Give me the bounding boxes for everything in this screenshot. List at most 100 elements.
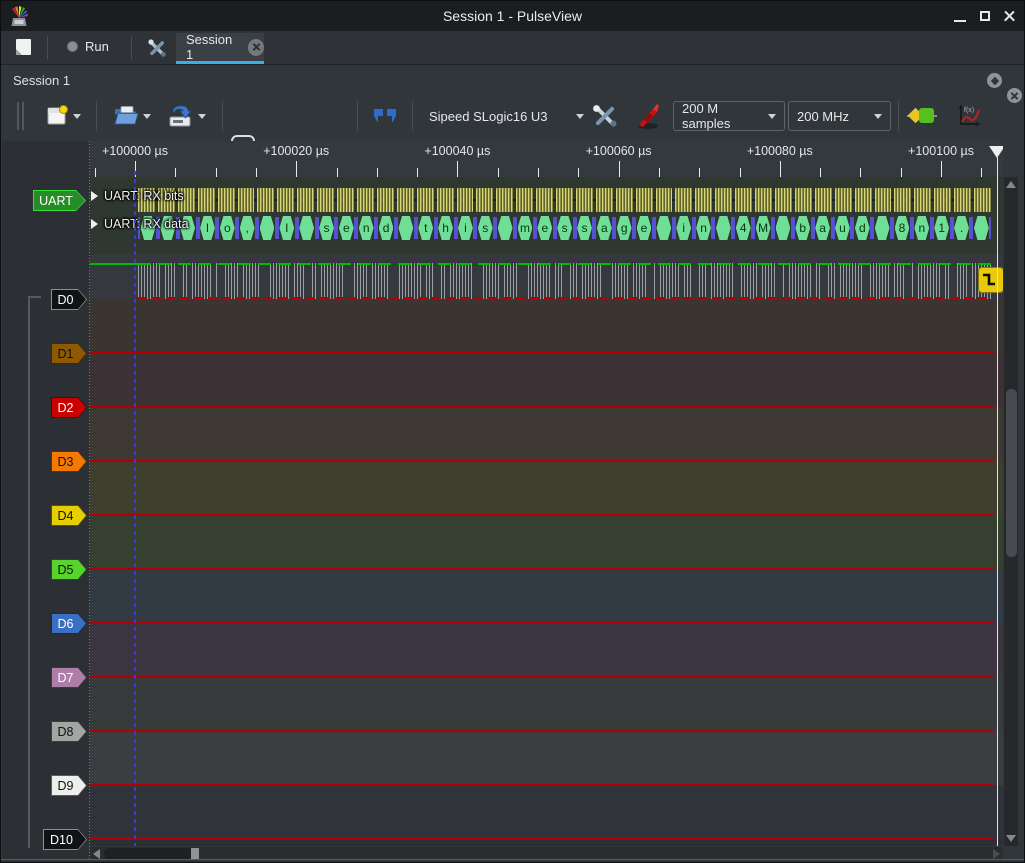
panel-float-icon[interactable]	[987, 73, 1002, 88]
d0-idle-high-line	[90, 263, 138, 265]
settings-wrench-icon[interactable]	[147, 38, 167, 58]
channel-tag-label: D1	[52, 344, 86, 363]
horizontal-scrollbar-range[interactable]	[104, 848, 196, 860]
new-file-dropdown-icon[interactable]	[73, 114, 81, 119]
uart-data-hexagon: n	[359, 216, 374, 240]
scroll-right-icon[interactable]	[993, 849, 1000, 859]
channel-low-line-d8	[90, 730, 994, 732]
ruler-major-tick	[619, 161, 620, 177]
scroll-up-icon[interactable]	[1006, 181, 1016, 188]
decoder-row-rx-bits[interactable]: UART: RX bits	[91, 189, 184, 203]
uart-frame: n	[912, 216, 932, 240]
uart-frame: n	[694, 216, 714, 240]
uart-frame: s	[555, 216, 575, 240]
ruler-major-tick	[941, 161, 942, 177]
channel-label-column	[2, 141, 90, 859]
uart-frame: g	[614, 216, 634, 240]
vertical-scrollbar[interactable]	[1004, 177, 1018, 846]
hover-marker-line	[997, 157, 998, 846]
uart-frame: a	[813, 216, 833, 240]
uart-frame-bits	[815, 188, 832, 212]
toolbar-grip[interactable]	[17, 102, 19, 130]
channel-tag-label: D6	[52, 614, 86, 633]
save-button[interactable]	[167, 99, 193, 133]
channel-low-line-d4	[90, 514, 994, 516]
uart-data-hexagon: n	[696, 216, 711, 240]
uart-rx-bits-row	[138, 188, 991, 212]
uart-frame-bits	[417, 188, 434, 212]
uart-data-hexagon: n	[914, 216, 929, 240]
uart-frame: e	[336, 216, 356, 240]
sample-count-select[interactable]: 200 M samples	[673, 101, 785, 131]
open-button[interactable]	[113, 99, 139, 133]
vertical-scrollbar-thumb[interactable]	[1006, 389, 1017, 557]
uart-data-hexagon	[776, 216, 791, 240]
run-status-icon	[67, 41, 78, 52]
uart-data-hexagon: m	[518, 216, 533, 240]
new-file-button[interactable]	[45, 99, 69, 133]
channels-probe-icon[interactable]	[635, 101, 663, 131]
uart-frame-bits	[914, 188, 931, 212]
ruler-minor-tick	[740, 168, 741, 177]
channel-tag-label: D5	[52, 560, 86, 579]
uart-frame: ,	[237, 216, 257, 240]
open-dropdown-icon[interactable]	[143, 114, 151, 119]
uart-frame-bits	[357, 188, 374, 212]
horizontal-scrollbar-thumb[interactable]	[191, 848, 199, 859]
uart-frame-bits	[536, 188, 553, 212]
show-cursors-button[interactable]	[371, 99, 399, 133]
uart-data-hexagon: 8	[895, 216, 910, 240]
new-session-icon[interactable]	[16, 39, 32, 55]
tab-session-1[interactable]: Session 1	[176, 33, 264, 64]
uart-data-hexagon: e	[537, 216, 552, 240]
ruler-minor-tick	[216, 168, 217, 177]
uart-data-hexagon: s	[319, 216, 334, 240]
toolbar-separator	[47, 36, 48, 59]
save-icon	[167, 103, 193, 129]
expand-arrow-icon[interactable]	[91, 219, 98, 229]
scroll-left-icon[interactable]	[93, 849, 100, 859]
ruler-minor-tick	[417, 168, 418, 177]
channel-tag-label: D9	[52, 776, 86, 795]
pulseview-window: Session 1 - PulseView Run Session 1 Sess…	[0, 0, 1025, 863]
falling-edge-trigger-icon[interactable]	[978, 267, 1003, 293]
run-button[interactable]: Run	[67, 39, 109, 54]
uart-data-hexagon: a	[597, 216, 612, 240]
save-dropdown-icon[interactable]	[198, 114, 206, 119]
uart-frame: d	[376, 216, 396, 240]
uart-frame-bits	[476, 188, 493, 212]
uart-data-hexagon: e	[637, 216, 652, 240]
toolbar-separator	[96, 101, 97, 131]
expand-arrow-icon[interactable]	[91, 191, 98, 201]
decoder-tag-uart[interactable]: UART	[33, 190, 86, 211]
toolbar-grip[interactable]	[22, 102, 24, 130]
uart-frame: s	[475, 216, 495, 240]
channel-band-d5	[90, 515, 1003, 569]
uart-frame	[257, 216, 277, 240]
ruler-minor-tick	[578, 168, 579, 177]
channel-tag-d10[interactable]: D10	[43, 829, 87, 850]
uart-data-hexagon: .	[954, 216, 969, 240]
uart-frame	[297, 216, 317, 240]
channel-tag-label: D7	[52, 668, 86, 687]
maximize-icon[interactable]	[977, 9, 995, 24]
uart-frame: .	[952, 216, 972, 240]
decoder-row-rx-data[interactable]: UART: RX data	[91, 217, 189, 231]
channel-tag-label: D0	[52, 290, 86, 309]
toolbar-separator	[898, 101, 899, 131]
uart-data-hexagon: d	[855, 216, 870, 240]
device-dropdown-icon	[576, 114, 584, 119]
add-math-signal-icon[interactable]: f(x)	[957, 103, 983, 129]
close-icon[interactable]	[1001, 9, 1019, 24]
sample-rate-select[interactable]: 200 MHz	[788, 101, 891, 131]
ruler-minor-tick	[981, 168, 982, 177]
minimize-icon[interactable]	[951, 9, 969, 24]
uart-frame-bits	[457, 188, 474, 212]
tab-label: Session 1	[186, 32, 241, 62]
scroll-down-icon[interactable]	[1006, 835, 1016, 842]
add-decoder-button[interactable]	[907, 105, 937, 127]
tab-close-icon[interactable]	[248, 39, 264, 56]
panel-close-icon[interactable]	[1007, 88, 1022, 103]
device-selector[interactable]: Sipeed SLogic16 U3	[429, 101, 584, 131]
configure-device-icon[interactable]	[591, 103, 619, 129]
